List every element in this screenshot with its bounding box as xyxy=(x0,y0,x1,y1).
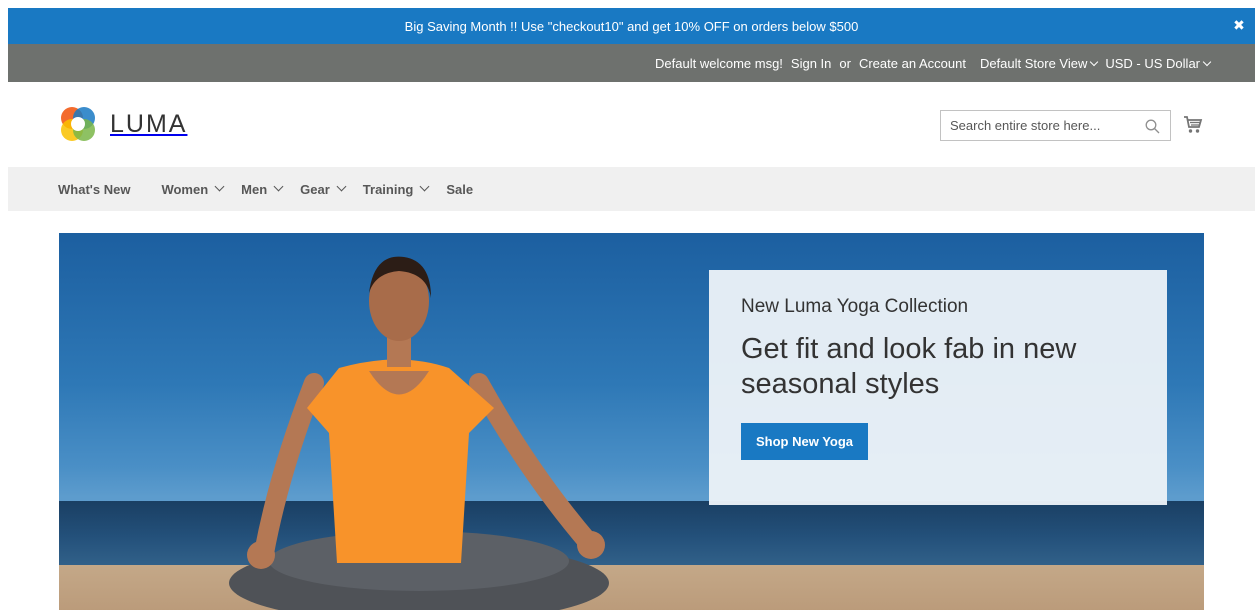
nav-item-women[interactable]: Women xyxy=(161,181,225,197)
hero-promo-box: New Luma Yoga Collection Get fit and loo… xyxy=(709,270,1167,505)
promo-text: Big Saving Month !! Use "checkout10" and… xyxy=(404,18,859,34)
store-view-switcher[interactable]: Default Store View xyxy=(979,55,1099,71)
nav-item-label: Men xyxy=(241,181,268,197)
nav-item-sale[interactable]: Sale xyxy=(446,182,473,197)
top-links-bar: Default welcome msg! Sign In or Create a… xyxy=(8,44,1255,82)
nav-item-label: Gear xyxy=(300,181,330,197)
chevron-down-icon xyxy=(273,181,284,191)
cart-icon[interactable] xyxy=(1183,115,1203,135)
store-view-label: Default Store View xyxy=(979,55,1088,71)
hero-title: Get fit and look fab in new seasonal sty… xyxy=(741,333,1077,400)
search-icon[interactable] xyxy=(1145,119,1160,134)
chevron-down-icon xyxy=(336,181,347,191)
logo[interactable]: LUMA xyxy=(58,104,187,144)
nav-item-label: Women xyxy=(161,181,209,197)
nav-item-label: What's New xyxy=(58,181,131,197)
header: LUMA xyxy=(8,82,1255,167)
currency-switcher[interactable]: USD - US Dollar xyxy=(1105,55,1212,71)
welcome-message: Default welcome msg! xyxy=(655,55,783,71)
chevron-down-icon xyxy=(419,181,430,191)
main-navigation: What's New Women Men Gear Training Sale xyxy=(8,167,1255,211)
shop-new-yoga-button[interactable]: Shop New Yoga xyxy=(741,423,869,460)
nav-item-whats-new[interactable]: What's New xyxy=(58,182,130,197)
hero-subtitle: New Luma Yoga Collection xyxy=(741,296,969,317)
hero-banner[interactable]: New Luma Yoga Collection Get fit and loo… xyxy=(59,233,1204,610)
create-account-link[interactable]: Create an Account xyxy=(859,56,966,71)
promo-banner: Big Saving Month !! Use "checkout10" and… xyxy=(8,8,1255,44)
nav-item-label: Training xyxy=(362,181,414,197)
currency-label: USD - US Dollar xyxy=(1105,55,1200,71)
chevron-down-icon xyxy=(214,181,225,191)
close-icon[interactable]: ✖ xyxy=(1232,18,1246,32)
sign-in-link[interactable]: Sign In xyxy=(791,56,831,71)
logo-text: LUMA xyxy=(110,109,188,138)
nav-item-men[interactable]: Men xyxy=(241,181,284,197)
nav-item-label: Sale xyxy=(446,181,474,197)
chevron-down-icon xyxy=(1090,57,1099,66)
hero-image-yoga-woman xyxy=(229,256,609,610)
nav-item-gear[interactable]: Gear xyxy=(300,181,347,197)
search-box xyxy=(940,110,1171,141)
nav-item-training[interactable]: Training xyxy=(362,181,430,197)
search-input[interactable] xyxy=(950,118,1140,133)
or-text: or xyxy=(839,55,851,71)
luma-logo-icon xyxy=(61,107,95,141)
chevron-down-icon xyxy=(1202,57,1212,66)
